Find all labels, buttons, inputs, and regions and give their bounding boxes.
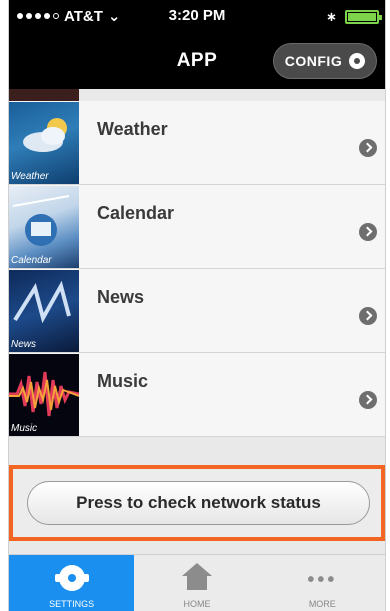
calendar-thumbnail: Calendar xyxy=(9,186,79,268)
music-thumbnail: Music xyxy=(9,354,79,436)
thumbnail-label: Weather xyxy=(11,171,49,182)
tab-home[interactable]: HOME xyxy=(134,555,259,611)
gear-icon xyxy=(54,565,89,591)
list-item-label: Music xyxy=(97,371,149,391)
list-item-label: News xyxy=(97,287,145,307)
config-button[interactable]: CONFIG xyxy=(273,43,377,79)
battery-icon xyxy=(345,10,382,24)
chevron-right-icon xyxy=(359,391,377,409)
check-network-button[interactable]: Press to check network status xyxy=(27,481,370,525)
list-item-news[interactable]: News News xyxy=(9,269,385,353)
list-item-label: Weather xyxy=(97,119,168,139)
config-label: CONFIG xyxy=(284,53,343,69)
phone-screen: AT&T ⌄ 3:20 PM ∗ APP CONFIG Weather Weat… xyxy=(8,0,386,611)
news-thumbnail: News xyxy=(9,270,79,352)
weather-thumbnail: Weather xyxy=(9,102,79,184)
tab-label: HOME xyxy=(183,599,211,609)
list-item-partial xyxy=(9,89,79,101)
tab-more[interactable]: ••• MORE xyxy=(260,555,385,611)
tab-bar: SETTINGS HOME ••• MORE xyxy=(9,554,385,611)
thumbnail-label: News xyxy=(11,339,37,350)
chevron-right-icon xyxy=(359,307,377,325)
list-item-music[interactable]: Music Music xyxy=(9,353,385,437)
tab-settings[interactable]: SETTINGS xyxy=(9,555,135,611)
list-item-label: Calendar xyxy=(97,203,175,223)
bluetooth-icon: ∗ xyxy=(326,9,337,24)
status-bar: AT&T ⌄ 3:20 PM ∗ xyxy=(9,0,385,33)
thumbnail-label: Music xyxy=(11,423,38,434)
tab-label: SETTINGS xyxy=(49,599,95,609)
chevron-right-icon xyxy=(359,223,377,241)
network-status-highlight: Press to check network status xyxy=(9,465,385,541)
more-icon: ••• xyxy=(307,569,338,591)
chevron-right-icon xyxy=(359,139,377,157)
home-icon xyxy=(181,563,212,591)
nav-bar: APP CONFIG xyxy=(9,33,385,89)
menu-list: Weather Weather Calendar Calendar News N… xyxy=(9,89,385,437)
tab-label: MORE xyxy=(308,599,336,609)
status-right: ∗ xyxy=(326,9,382,25)
list-item-calendar[interactable]: Calendar Calendar xyxy=(9,185,385,269)
gear-icon xyxy=(349,53,366,69)
thumbnail-label: Calendar xyxy=(11,255,52,266)
list-item-weather[interactable]: Weather Weather xyxy=(9,101,385,185)
